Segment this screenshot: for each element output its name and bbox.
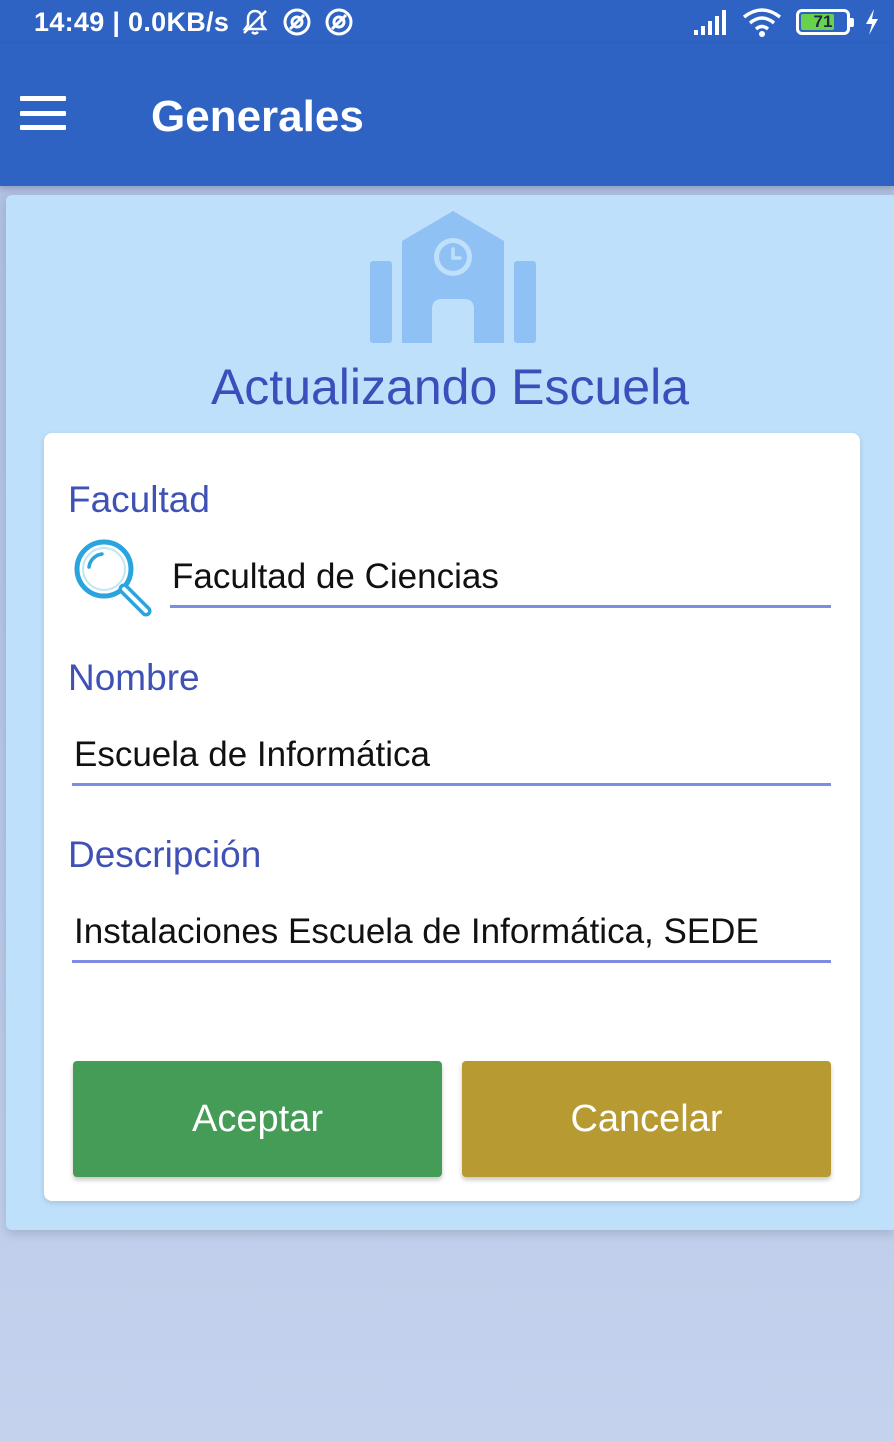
update-school-panel: Actualizando Escuela Facultad Facultad d…: [6, 195, 894, 1230]
battery-text: 71: [813, 12, 833, 31]
sync-icon: [323, 6, 355, 38]
panel-title: Actualizando Escuela: [210, 359, 690, 415]
hamburger-menu-icon[interactable]: [20, 96, 66, 130]
nombre-label: Nombre: [68, 657, 200, 698]
facultad-label: Facultad: [68, 479, 210, 520]
charging-icon: [864, 8, 880, 36]
status-right: 71: [692, 7, 880, 37]
facultad-field[interactable]: Facultad de Ciencias: [170, 550, 831, 608]
status-bar: 14:49 | 0.0KB/s 71: [0, 0, 894, 44]
nombre-field[interactable]: Escuela de Informática: [72, 728, 831, 786]
app-title: Generales: [151, 92, 364, 141]
battery-icon: 71: [796, 9, 854, 35]
descripcion-field[interactable]: Instalaciones Escuela de Informática, SE…: [72, 905, 831, 963]
wifi-icon: [742, 7, 782, 37]
search-icon[interactable]: [72, 537, 154, 619]
status-time: 14:49 | 0.0KB/s: [34, 6, 230, 37]
school-building-icon: [370, 211, 536, 343]
status-left: 14:49 | 0.0KB/s: [34, 6, 355, 38]
cancel-button[interactable]: Cancelar: [462, 1061, 831, 1177]
mute-bell-icon: [239, 6, 271, 38]
descripcion-label: Descripción: [68, 834, 262, 875]
app-bar: Generales: [0, 44, 894, 186]
form-card: Facultad Facultad de Ciencias Nombre Esc…: [44, 433, 860, 1201]
sync-icon: [281, 6, 313, 38]
signal-icon: [692, 8, 728, 36]
accept-button[interactable]: Aceptar: [73, 1061, 442, 1177]
